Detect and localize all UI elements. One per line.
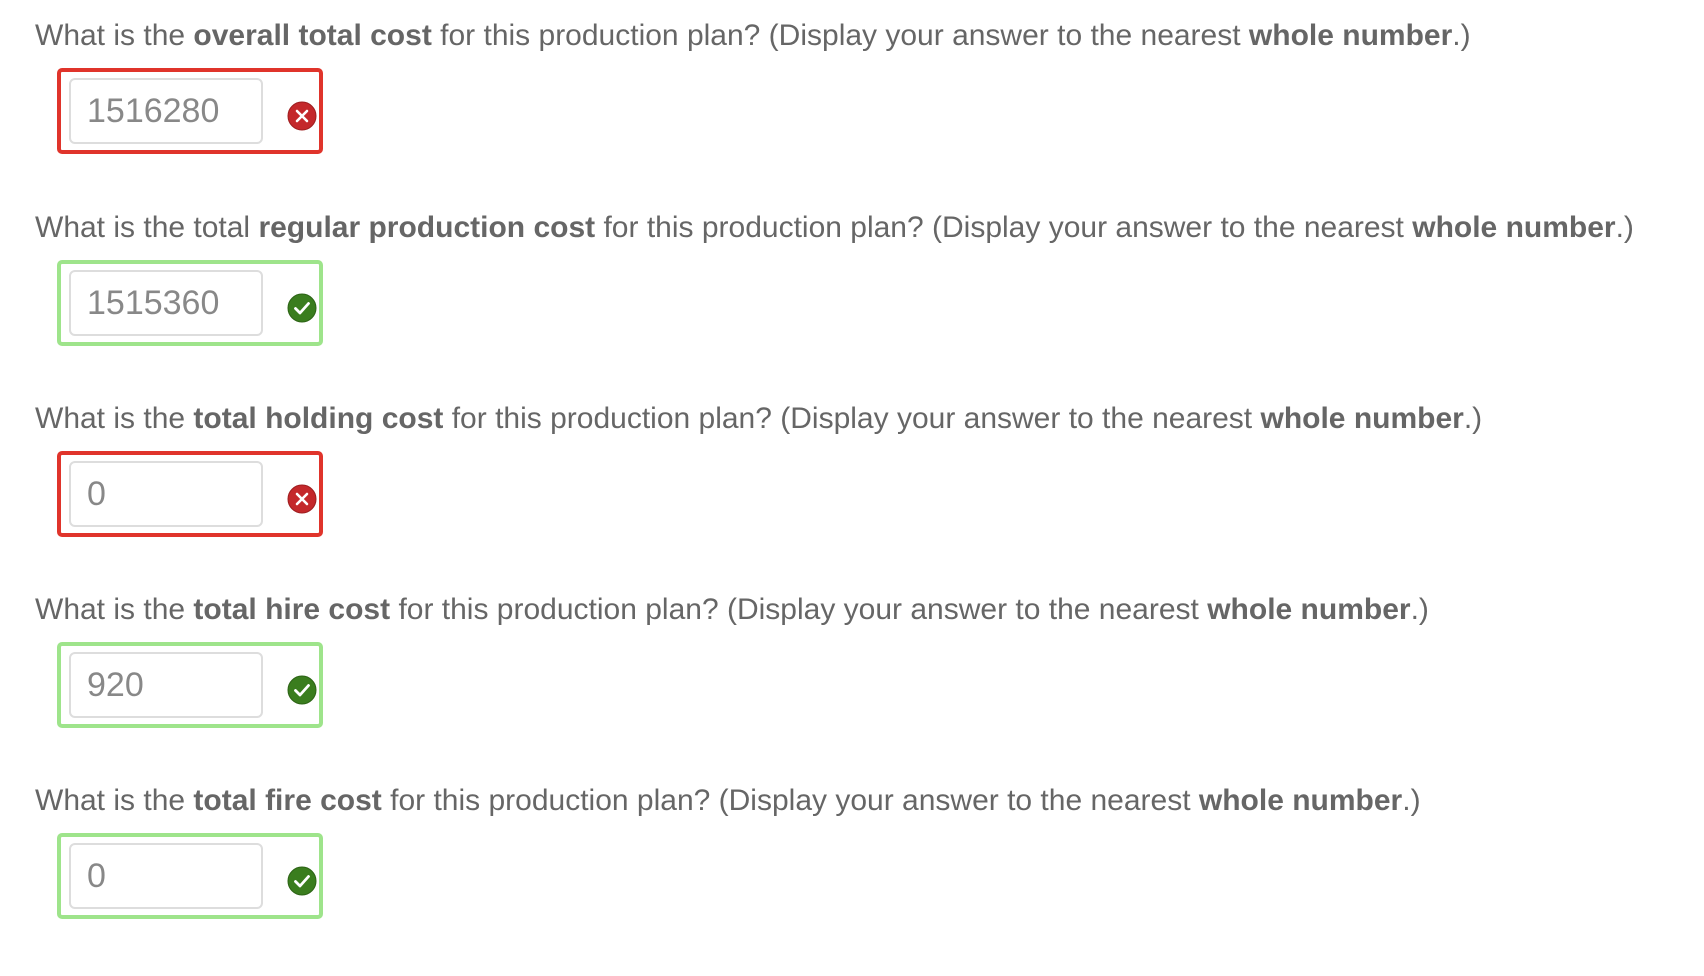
prompt-emphasis: whole number xyxy=(1260,402,1464,435)
answer-input[interactable] xyxy=(69,843,263,909)
prompt-text: for this production plan? (Display your … xyxy=(381,784,1199,817)
prompt-text: for this production plan? (Display your … xyxy=(390,593,1208,626)
question-total-hire-cost: What is the total hire cost for this pro… xyxy=(35,590,1695,728)
prompt-text: What is the xyxy=(35,784,194,817)
answer-box-incorrect xyxy=(57,68,323,154)
prompt-emphasis: whole number xyxy=(1207,593,1411,626)
question-list: What is the overall total cost for this … xyxy=(0,0,1704,976)
question-prompt: What is the total holding cost for this … xyxy=(35,399,1695,439)
check-circle-icon xyxy=(287,675,317,705)
question-prompt: What is the total regular production cos… xyxy=(35,208,1695,248)
prompt-text: .) xyxy=(1615,211,1634,244)
check-circle-icon xyxy=(287,293,317,323)
prompt-text: .) xyxy=(1452,19,1471,52)
prompt-text: What is the xyxy=(35,402,194,435)
answer-box-correct xyxy=(57,833,323,919)
x-circle-icon xyxy=(287,101,317,131)
answer-box-correct xyxy=(57,260,323,346)
prompt-text: What is the xyxy=(35,593,194,626)
answer-box-correct xyxy=(57,642,323,728)
question-prompt: What is the total hire cost for this pro… xyxy=(35,590,1695,630)
prompt-emphasis: regular production cost xyxy=(258,211,596,244)
answer-input[interactable] xyxy=(69,78,263,144)
prompt-emphasis: whole number xyxy=(1248,19,1453,52)
prompt-text: What is the total xyxy=(35,211,259,244)
question-prompt: What is the overall total cost for this … xyxy=(35,16,1695,56)
prompt-text: .) xyxy=(1410,593,1429,626)
prompt-text: .) xyxy=(1463,402,1483,435)
question-prompt: What is the total fire cost for this pro… xyxy=(35,781,1695,821)
prompt-emphasis: total holding cost xyxy=(193,402,444,435)
check-circle-icon xyxy=(287,866,317,896)
prompt-text: What is the xyxy=(35,19,194,52)
prompt-emphasis: total fire cost xyxy=(193,784,382,817)
x-circle-icon xyxy=(287,484,317,514)
answer-input[interactable] xyxy=(69,652,263,718)
prompt-text: .) xyxy=(1402,784,1421,817)
question-total-fire-cost: What is the total fire cost for this pro… xyxy=(35,781,1695,919)
question-total-holding-cost: What is the total holding cost for this … xyxy=(35,399,1695,537)
prompt-emphasis: whole number xyxy=(1412,211,1616,244)
prompt-emphasis: total hire cost xyxy=(193,593,391,626)
prompt-text: for this production plan? (Display your … xyxy=(595,211,1413,244)
prompt-emphasis: overall total cost xyxy=(193,19,432,52)
prompt-text: for this production plan? (Display your … xyxy=(443,402,1261,435)
question-regular-production-cost: What is the total regular production cos… xyxy=(35,208,1695,346)
question-overall-total-cost: What is the overall total cost for this … xyxy=(35,16,1695,154)
answer-input[interactable] xyxy=(69,270,263,336)
answer-box-incorrect xyxy=(57,451,323,537)
answer-input[interactable] xyxy=(69,461,263,527)
prompt-emphasis: whole number xyxy=(1198,784,1403,817)
prompt-text: for this production plan? (Display your … xyxy=(431,19,1249,52)
